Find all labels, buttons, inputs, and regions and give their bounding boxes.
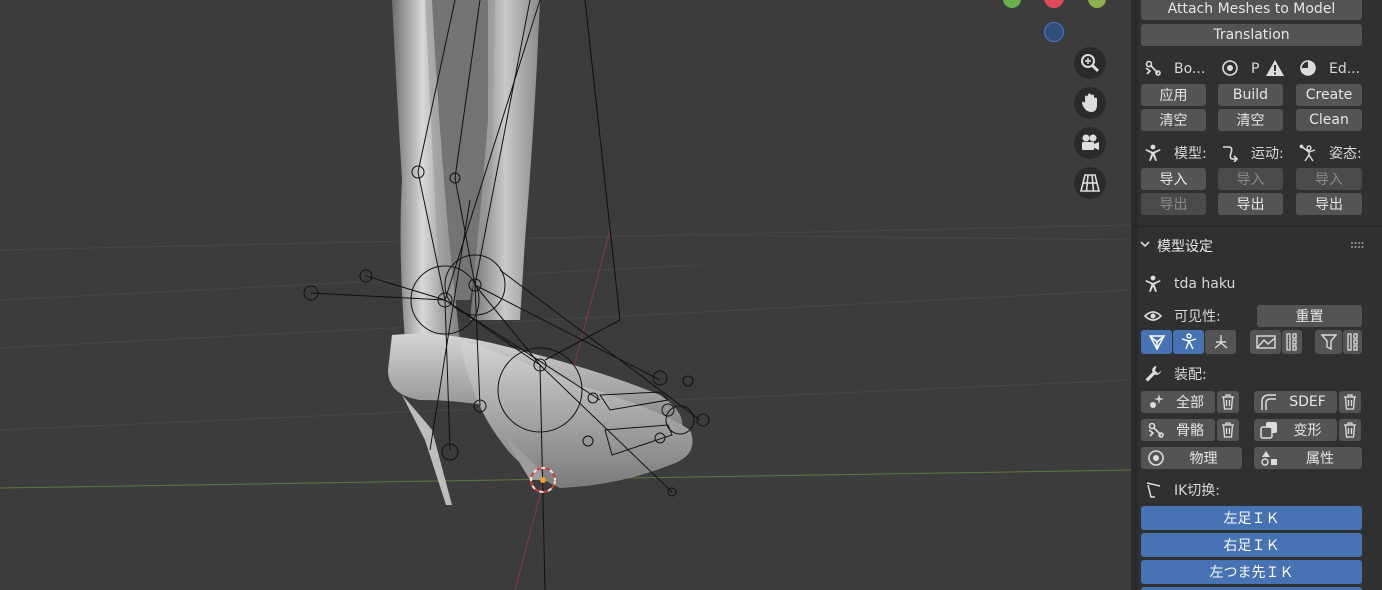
list-bars-icon <box>1346 333 1358 351</box>
bone-button-label: 骨骼 <box>1176 423 1204 439</box>
bone-icon <box>1148 422 1164 438</box>
build-button[interactable]: Build <box>1218 84 1283 106</box>
attach-meshes-button[interactable]: Attach Meshes to Model <box>1141 0 1362 20</box>
clear-bones-button[interactable]: 清空 <box>1141 109 1206 131</box>
properties-icon <box>1261 451 1277 466</box>
axis-y-neg-dot[interactable] <box>1044 22 1064 42</box>
export-pose-button[interactable]: 导出 <box>1296 193 1362 215</box>
ik-toggle-left-toe[interactable]: 左つま先ＩＫ <box>1141 560 1362 584</box>
zoom-icon[interactable] <box>1074 47 1106 79</box>
eye-icon <box>1143 306 1163 326</box>
physics-label: P <box>1251 61 1260 77</box>
sdef-label: SDEF <box>1289 394 1326 410</box>
physics-button-label: 物理 <box>1189 451 1218 467</box>
export-motion-button[interactable]: 导出 <box>1218 193 1283 215</box>
model-settings-header[interactable]: 模型设定 <box>1139 236 1213 256</box>
clean-button[interactable]: Clean <box>1296 109 1362 131</box>
edit-shading-icon <box>1298 58 1318 78</box>
import-model-button[interactable]: 导入 <box>1141 168 1206 190</box>
motion-label: 运动: <box>1251 146 1284 162</box>
rig-label: 装配: <box>1174 367 1207 383</box>
toggle-rigid-visibility[interactable] <box>1205 330 1236 354</box>
create-button[interactable]: Create <box>1296 84 1362 106</box>
trash-icon[interactable] <box>1217 391 1239 413</box>
list-bars-icon <box>1286 333 1297 351</box>
sparkle-icon <box>1150 394 1164 408</box>
model-settings-title: 模型设定 <box>1157 239 1213 255</box>
scene-canvas[interactable] <box>0 0 1131 590</box>
bone-button[interactable]: 骨骼 <box>1141 419 1215 441</box>
curve-icon <box>1261 394 1276 410</box>
rig-all-button[interactable]: 全部 <box>1141 391 1215 413</box>
armature-person-icon <box>1143 274 1163 294</box>
pose-label: 姿态: <box>1329 146 1362 162</box>
visibility-label: 可见性: <box>1174 309 1221 325</box>
armature-icon <box>1181 333 1196 350</box>
translation-button[interactable]: Translation <box>1141 24 1362 46</box>
bone-label: Bo... <box>1174 61 1206 77</box>
import-motion-button[interactable]: 导入 <box>1218 168 1283 190</box>
trash-icon[interactable] <box>1339 391 1361 413</box>
mesh-icon <box>1148 335 1165 351</box>
model-name: tda haku <box>1174 276 1236 292</box>
toggle-shape-visibility[interactable] <box>1250 330 1281 354</box>
section-divider <box>1131 226 1382 227</box>
sdef-button[interactable]: SDEF <box>1254 391 1337 413</box>
clear-physics-button[interactable]: 清空 <box>1218 109 1283 131</box>
wrench-icon <box>1143 364 1163 384</box>
physics-button[interactable]: 物理 <box>1141 447 1242 469</box>
reset-button[interactable]: 重置 <box>1257 305 1362 327</box>
properties-button[interactable]: 属性 <box>1254 447 1362 469</box>
warning-icon <box>1264 58 1286 78</box>
toggle-armature-visibility[interactable] <box>1173 330 1204 354</box>
image-icon <box>1255 335 1276 349</box>
pose-icon <box>1298 143 1318 163</box>
ik-toggle-left-foot[interactable]: 左足ＩＫ <box>1141 506 1362 530</box>
physics-icon <box>1220 58 1240 78</box>
shape-key-icon <box>1260 422 1277 439</box>
ik-chain-icon <box>1143 480 1163 500</box>
ik-toggle-right-foot[interactable]: 右足ＩＫ <box>1141 533 1362 557</box>
ik-label: IK切换: <box>1174 483 1221 499</box>
armature-person-icon <box>1143 143 1163 163</box>
drag-handle-icon[interactable] <box>1349 238 1365 252</box>
hand-pan-icon[interactable] <box>1074 87 1106 119</box>
physics-icon <box>1148 450 1164 466</box>
toggle-shape-list[interactable] <box>1282 330 1302 354</box>
perspective-grid-icon[interactable] <box>1074 167 1106 199</box>
toggle-morph-list[interactable] <box>1343 330 1362 354</box>
trash-icon[interactable] <box>1339 419 1361 441</box>
import-pose-button[interactable]: 导入 <box>1296 168 1362 190</box>
funnel-icon <box>1320 334 1337 351</box>
toggle-morph-visibility[interactable] <box>1315 330 1342 354</box>
trash-icon[interactable] <box>1217 419 1239 441</box>
morph-button[interactable]: 变形 <box>1254 419 1337 441</box>
toggle-mesh-visibility[interactable] <box>1141 330 1172 354</box>
motion-curve-icon <box>1220 143 1240 163</box>
bone-icon <box>1143 58 1163 78</box>
properties-button-label: 属性 <box>1306 451 1334 467</box>
edit-label: Ed... <box>1329 61 1361 77</box>
apply-button[interactable]: 应用 <box>1141 84 1206 106</box>
camera-icon[interactable] <box>1074 127 1106 159</box>
sidebar-panel: Attach Meshes to Model Translation Bo...… <box>1131 0 1382 590</box>
model-label: 模型: <box>1174 146 1207 162</box>
morph-button-label: 变形 <box>1293 423 1322 439</box>
rig-all-label: 全部 <box>1176 395 1204 411</box>
joint-icon <box>1214 335 1227 349</box>
3d-viewport[interactable] <box>0 0 1131 590</box>
export-model-button[interactable]: 导出 <box>1141 193 1206 215</box>
chevron-down-icon <box>1139 238 1151 254</box>
